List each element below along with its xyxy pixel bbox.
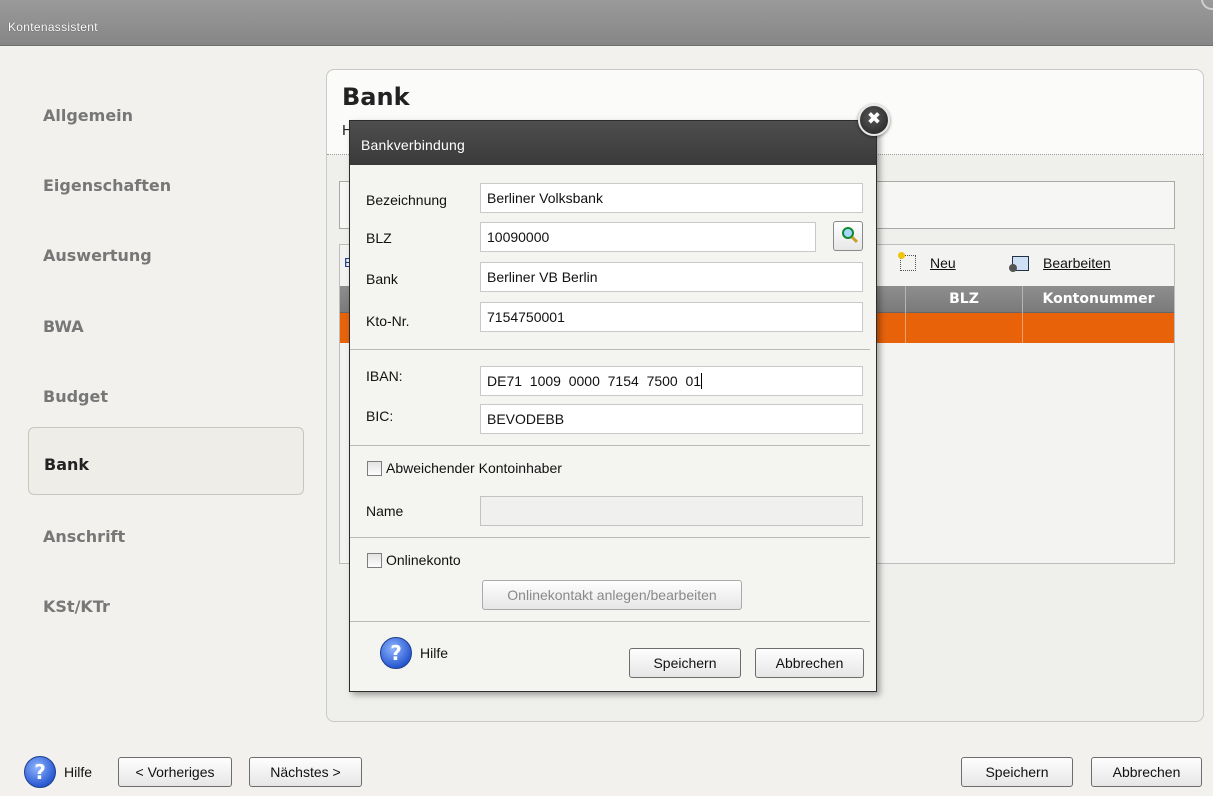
column-header-kontonummer[interactable]: Kontonummer [1022, 286, 1174, 313]
table-cell-kontonummer [1022, 313, 1174, 343]
previous-button[interactable]: < Vorheriges [118, 757, 232, 787]
title-bar: Kontenassistent [0, 0, 1213, 46]
bic-label: BIC: [366, 408, 394, 424]
sidebar-item-label: Auswertung [43, 246, 152, 265]
help-icon: ? [24, 756, 56, 788]
sidebar-item-label: KSt/KTr [43, 597, 110, 616]
sidebar-item-label: Eigenschaften [43, 176, 172, 195]
page-title: Bank [342, 83, 410, 111]
bezeichnung-label: Bezeichnung [366, 192, 447, 208]
table-cell-blz [905, 313, 1022, 343]
help-label: Hilfe [420, 645, 449, 661]
blz-label: BLZ [366, 230, 392, 246]
dialog-cancel-button[interactable]: Abbrechen [755, 648, 864, 678]
edit-button[interactable]: Bearbeiten [1009, 255, 1111, 272]
new-button-label: Neu [930, 255, 956, 271]
iban-field[interactable]: DE71 1009 0000 7154 7500 01 [480, 366, 863, 396]
sidebar-item-auswertung[interactable]: Auswertung [28, 217, 304, 285]
dialog-close-button[interactable]: ✖ [858, 104, 890, 136]
sidebar-item-bank[interactable]: Bank [28, 427, 304, 495]
separator [350, 349, 870, 350]
blz-search-button[interactable] [833, 221, 863, 251]
sidebar-item-budget[interactable]: Budget [28, 358, 304, 426]
window-corner-decoration [1201, 0, 1213, 10]
bank-field[interactable]: Berliner VB Berlin [480, 262, 863, 292]
sidebar-item-label: Anschrift [43, 527, 126, 546]
dialog-title: Bankverbindung [361, 137, 465, 153]
iban-value: DE71 1009 0000 7154 7500 01 [487, 373, 702, 389]
sidebar-item-label: BWA [43, 317, 84, 336]
magnifier-handle [850, 235, 859, 244]
next-button[interactable]: Nächstes > [249, 757, 362, 787]
help-link[interactable]: ? Hilfe [24, 756, 92, 788]
sidebar-item-kst-ktr[interactable]: KSt/KTr [28, 568, 304, 636]
window-title: Kontenassistent [8, 20, 98, 34]
blz-field[interactable]: 10090000 [480, 222, 816, 252]
kto-nr-field[interactable]: 7154750001 [480, 302, 863, 332]
abweichender-kontoinhaber-label[interactable]: Abweichender Kontoinhaber [386, 460, 562, 476]
help-icon: ? [380, 637, 412, 669]
sidebar-item-label: Budget [43, 387, 108, 406]
name-field[interactable] [480, 496, 863, 526]
column-header-blz[interactable]: BLZ [905, 286, 1022, 313]
iban-label: IBAN: [366, 368, 403, 384]
dialog-title-bar: Bankverbindung [350, 121, 876, 165]
sidebar-item-label: Bank [44, 455, 90, 474]
separator [350, 537, 870, 538]
dialog-save-button[interactable]: Speichern [629, 648, 741, 678]
bezeichnung-field[interactable]: Berliner Volksbank [480, 183, 863, 213]
bank-label: Bank [366, 271, 398, 287]
bic-field[interactable]: BEVODEBB [480, 404, 863, 434]
cancel-button[interactable]: Abbrechen [1091, 757, 1202, 787]
new-document-icon [898, 252, 916, 271]
dialog-help-link[interactable]: ? Hilfe [380, 637, 448, 669]
text-caret [701, 373, 703, 389]
separator [350, 445, 870, 446]
sidebar-item-bwa[interactable]: BWA [28, 288, 304, 356]
save-button[interactable]: Speichern [961, 757, 1073, 787]
abweichender-kontoinhaber-checkbox[interactable] [367, 461, 382, 476]
onlinekonto-label[interactable]: Onlinekonto [386, 552, 461, 568]
separator [350, 621, 870, 622]
sidebar-item-eigenschaften[interactable]: Eigenschaften [28, 147, 304, 215]
sidebar-item-anschrift[interactable]: Anschrift [28, 498, 304, 566]
kto-nr-label: Kto-Nr. [366, 313, 410, 329]
help-label: Hilfe [64, 764, 93, 780]
edit-icon [1009, 255, 1029, 272]
onlinekontakt-button[interactable]: Onlinekontakt anlegen/bearbeiten [482, 580, 742, 610]
new-button[interactable]: Neu [898, 252, 956, 271]
onlinekonto-checkbox[interactable] [367, 553, 382, 568]
bank-connection-dialog: Bankverbindung Bezeichnung Berliner Volk… [349, 120, 877, 692]
name-label: Name [366, 503, 404, 519]
sidebar-item-allgemein[interactable]: Allgemein [28, 77, 304, 145]
edit-button-label: Bearbeiten [1043, 255, 1111, 271]
sidebar-item-label: Allgemein [43, 106, 134, 125]
